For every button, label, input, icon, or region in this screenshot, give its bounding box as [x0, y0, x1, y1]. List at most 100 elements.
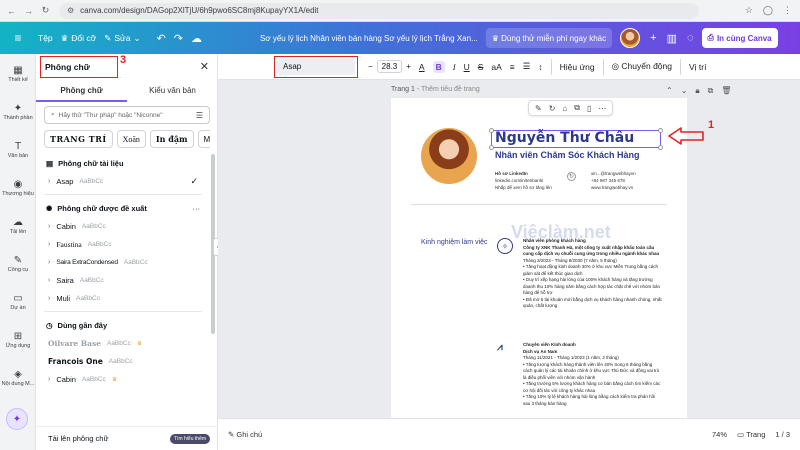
magic-icon[interactable]: ✎ [535, 104, 542, 113]
rail-item-projects[interactable]: ▭ Dự án [0, 284, 36, 320]
bold-button[interactable]: B [432, 60, 445, 73]
undo-icon[interactable]: ↶ [157, 32, 166, 45]
chevron-up-icon[interactable]: ⌃ [666, 86, 673, 96]
resize-handle[interactable] [489, 128, 494, 133]
font-row[interactable]: › Saira AaBbCc [36, 271, 210, 289]
copy-icon[interactable]: ⧉ [574, 103, 580, 113]
text-color-button[interactable]: A [419, 62, 425, 72]
contact-left[interactable]: Hồ sơ LinkedIn linkedin.com/in/tenbanhi … [495, 170, 552, 191]
comment-icon[interactable]: ◌ [687, 32, 694, 44]
font-row[interactable]: › Saira ExtraCondensed AaBbCc [36, 253, 210, 271]
chevron-right-icon[interactable]: › [48, 241, 50, 248]
upload-font-row[interactable]: Tải lên phông chữ Tìm hiểu thêm [36, 426, 218, 450]
chip-bold[interactable]: In đậm [149, 130, 194, 148]
menu-icon[interactable]: ⋮ [783, 5, 792, 16]
filter-icon[interactable]: ☰ [196, 111, 203, 120]
rail-item-apps[interactable]: ⊞ Ứng dụng [0, 322, 36, 358]
refresh-icon[interactable]: ↻ [549, 104, 556, 113]
increase-size-button[interactable]: + [406, 62, 411, 71]
font-search-input[interactable]: ⌕ Hãy thử "Thư pháp" hoặc "Niconne" ☰ [44, 106, 210, 124]
case-button[interactable]: aA [491, 62, 501, 72]
chevron-right-icon[interactable]: › [48, 376, 50, 383]
rail-item-text[interactable]: T Văn bản [0, 132, 36, 168]
resize-handle[interactable] [658, 145, 663, 150]
forward-icon[interactable]: → [23, 6, 34, 16]
rail-item-elements[interactable]: ✦ Thành phần [0, 94, 36, 130]
lock-icon[interactable]: ⌂ [562, 104, 567, 113]
page-counter[interactable]: 1 / 3 [775, 430, 790, 439]
rail-item-recent[interactable]: ◈ Nội dung M... [0, 360, 36, 396]
rail-item-brand[interactable]: ◉ Thương hiệu [0, 170, 36, 206]
chevron-right-icon[interactable]: › [48, 295, 50, 302]
rail-item-template[interactable]: ▦ Thiết kế [0, 56, 36, 92]
zoom-level[interactable]: 74% [712, 430, 727, 439]
chevron-down-icon[interactable]: ⌄ [681, 86, 688, 96]
font-row[interactable]: › Faustina AaBbCc [36, 235, 210, 253]
effects-button[interactable]: Hiệu ứng [560, 62, 595, 72]
strikethrough-button[interactable]: S [478, 62, 484, 72]
align-icon[interactable]: ≡ [510, 62, 515, 72]
resume-page[interactable]: Nguyễn Thư Châu Nhân viên Chăm Sóc Khách… [391, 98, 687, 418]
trial-button[interactable]: ♛ Dùng thử miễn phí ngay khác [485, 28, 613, 48]
more-icon[interactable]: ··· [193, 204, 201, 213]
tab-fonts[interactable]: Phông chữ [36, 84, 127, 102]
font-row[interactable]: › Muli AaBbCc [36, 289, 210, 307]
resume-name[interactable]: Nguyễn Thư Châu [495, 130, 634, 146]
resize-handle[interactable] [489, 145, 494, 150]
chevron-right-icon[interactable]: › [48, 178, 50, 185]
job-entry[interactable]: Nhân viên phòng khách hàng Công ty XNK T… [523, 238, 663, 310]
font-row[interactable]: › Cabin AaBbCc ♛ [36, 370, 210, 388]
chip-decorative[interactable]: TRANG TRÍ [44, 130, 113, 148]
chevron-right-icon[interactable]: › [48, 223, 50, 230]
chevron-right-icon[interactable]: › [48, 277, 50, 284]
page-label[interactable]: Trang 1 - Thêm tiêu đề trang [391, 86, 480, 93]
file-menu[interactable]: Tệp [38, 33, 53, 43]
profile-icon[interactable]: ◯ [763, 5, 773, 16]
font-row[interactable]: › Cabin AaBbCc [36, 217, 210, 235]
animate-button[interactable]: ◎ Chuyển động [612, 61, 672, 72]
hamburger-icon[interactable]: ≡ [6, 31, 30, 45]
resize-handle[interactable] [658, 128, 663, 133]
cloud-save-icon[interactable]: ☁ [191, 32, 202, 45]
font-family-dropdown[interactable]: Asap [277, 58, 355, 75]
lock-icon[interactable]: 🔒︎ [695, 86, 699, 96]
print-button[interactable]: ⎙ In cùng Canva [701, 28, 778, 48]
assistant-icon[interactable]: ✦ [6, 408, 28, 430]
spacing-icon[interactable]: ↕ [538, 62, 542, 72]
decrease-size-button[interactable]: − [368, 62, 373, 71]
bookmark-icon[interactable]: ☆ [745, 5, 753, 16]
address-bar[interactable]: ⚙ canva.com/design/DAGop2XlTjU/6h9pwo6SC… [59, 2, 699, 19]
contact-right[interactable]: xin...@trangwebhayvn +84 987 345 678 www… [591, 170, 636, 191]
resume-role[interactable]: Nhân viên Chăm Sóc Khách Hàng [495, 150, 640, 160]
learn-more-badge[interactable]: Tìm hiểu thêm [170, 433, 210, 444]
chip-curly[interactable]: Xoăn [116, 130, 146, 148]
font-size-input[interactable]: 28.3 [376, 60, 403, 73]
notes-button[interactable]: ✎ Ghi chú [228, 430, 262, 439]
font-row[interactable]: Francois One AaBbCc [36, 352, 210, 370]
tab-text-styles[interactable]: Kiểu văn bản [127, 84, 218, 102]
close-icon[interactable]: ✕ [200, 60, 209, 73]
more-icon[interactable]: ⋯ [598, 104, 606, 113]
rotate-icon[interactable]: ↻ [567, 172, 576, 181]
chart-icon[interactable]: ▥ [667, 32, 677, 45]
trash-icon[interactable]: 🗑︎ [721, 86, 731, 96]
rail-item-tools[interactable]: ✎ Công cụ [0, 246, 36, 282]
position-button[interactable]: Vị trí [689, 62, 706, 72]
job-entry[interactable]: Chuyên viên Kinh doanh Dịch vụ An Nam Th… [523, 342, 663, 407]
underline-button[interactable]: U [464, 62, 470, 72]
chevron-right-icon[interactable]: › [48, 259, 50, 266]
resize-button[interactable]: ♛ Đổi cỡ [61, 33, 97, 44]
font-row[interactable]: Oilvare Base AaBbCc ♛ [36, 334, 210, 352]
plus-icon[interactable]: + [650, 32, 656, 44]
section-heading[interactable]: Kinh nghiệm làm việc [421, 238, 488, 248]
site-info-icon[interactable]: ⚙ [67, 6, 74, 15]
reload-icon[interactable]: ↻ [40, 5, 51, 16]
italic-button[interactable]: I [453, 62, 456, 72]
trash-icon[interactable]: ▯ [587, 104, 591, 113]
document-title[interactable]: Sơ yếu lý lịch Nhân viên bán hàng Sơ yếu… [260, 34, 478, 43]
avatar[interactable] [620, 28, 641, 48]
pages-button[interactable]: ▭ Trang [737, 430, 765, 439]
copy-icon[interactable]: ⧉ [708, 86, 714, 96]
edit-menu[interactable]: ✎ Sửa ⌄ [104, 33, 140, 44]
chip-more[interactable]: Mộ [197, 130, 210, 148]
